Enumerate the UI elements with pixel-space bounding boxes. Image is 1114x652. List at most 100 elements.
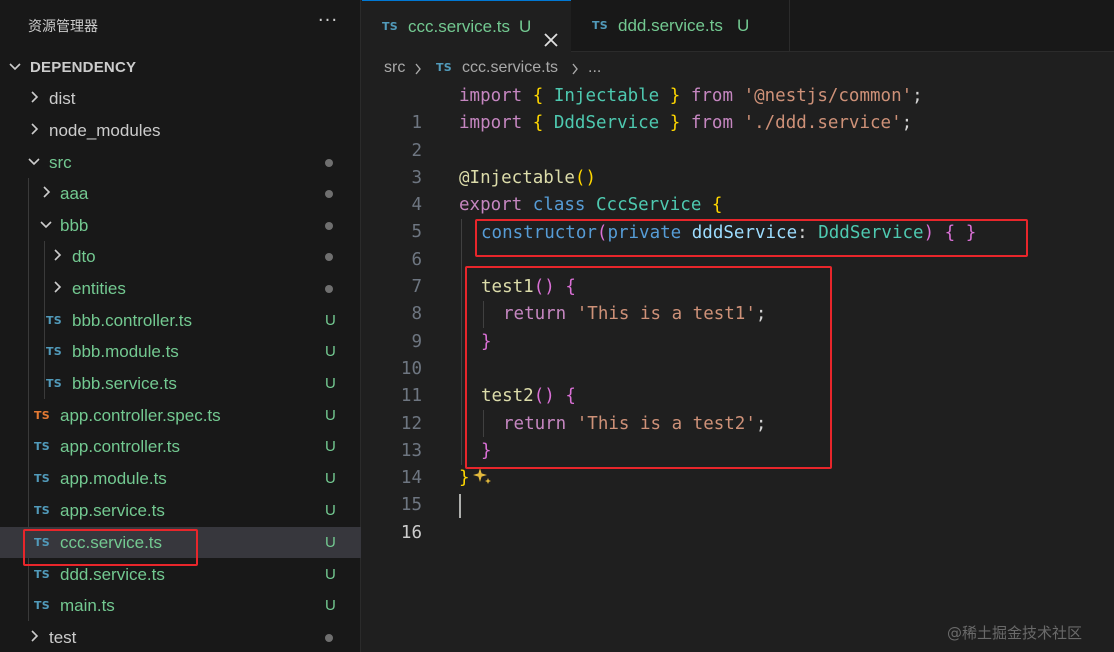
- typescript-file-icon: TS: [34, 472, 51, 485]
- git-status-badge: U: [325, 534, 336, 551]
- tree-item-label: test: [49, 628, 77, 647]
- highlight-box-constructor: [475, 219, 1028, 257]
- breadcrumb-symbol[interactable]: ...: [588, 53, 601, 83]
- tree-item-main[interactable]: TS main.ts U: [0, 590, 361, 621]
- git-modified-dot: [325, 159, 333, 167]
- chevron-right-icon: [50, 241, 66, 272]
- more-actions-button[interactable]: ···: [316, 10, 340, 38]
- chevron-right-icon: [27, 115, 43, 146]
- tree-item-app-service[interactable]: TS app.service.ts U: [0, 495, 361, 526]
- tree-item-bbb-service[interactable]: TS bbb.service.ts U: [0, 368, 361, 399]
- git-status-badge: U: [325, 470, 336, 487]
- tree-item-label: ddd.service.ts: [60, 565, 165, 584]
- git-status-badge: U: [325, 566, 336, 583]
- tree-item-node-modules[interactable]: node_modules: [0, 115, 361, 146]
- section-label: DEPENDENCY: [30, 59, 137, 76]
- typescript-file-icon: TS: [46, 345, 63, 358]
- tree-item-label: dto: [72, 247, 96, 266]
- explorer-sidebar: 资源管理器 ··· DEPENDENCY dist node_modules s…: [0, 0, 361, 652]
- git-status-badge: U: [325, 407, 336, 424]
- tree-item-label: bbb.controller.ts: [72, 311, 193, 330]
- code-line: 5 export class CccService {: [362, 192, 1114, 242]
- tree-item-test[interactable]: test: [0, 622, 361, 652]
- tab-label: ccc.service.ts: [408, 17, 511, 36]
- close-icon[interactable]: [542, 18, 560, 47]
- tree-item-label: app.service.ts: [60, 501, 165, 520]
- tab-label: ddd.service.ts: [618, 16, 723, 35]
- code-line: 2 import { DddService } from './ddd.serv…: [362, 110, 1114, 160]
- tree-item-ddd-service[interactable]: TS ddd.service.ts U: [0, 559, 361, 590]
- editor-tab-bar: TS ccc.service.ts U TS ddd.service.ts U: [362, 0, 1114, 53]
- tree-item-dto[interactable]: dto: [0, 241, 361, 272]
- typescript-file-icon: TS: [46, 314, 63, 327]
- typescript-file-icon: TS: [382, 20, 399, 33]
- tree-item-label: main.ts: [60, 596, 115, 615]
- section-dependency[interactable]: DEPENDENCY: [0, 52, 361, 83]
- tree-item-src[interactable]: src: [0, 147, 361, 178]
- git-status-badge: U: [325, 312, 336, 329]
- chevron-right-icon: [571, 63, 579, 75]
- typescript-file-icon: TS: [436, 61, 453, 74]
- breadcrumb-file[interactable]: ccc.service.ts: [462, 53, 558, 83]
- chevron-right-icon: [27, 622, 43, 652]
- tree-item-label: dist: [49, 89, 76, 108]
- tab-git-status: U: [737, 16, 750, 35]
- chevron-right-icon: [39, 178, 55, 209]
- git-status-badge: U: [325, 343, 336, 360]
- breadcrumb: src TS ccc.service.ts ...: [362, 53, 1114, 83]
- breadcrumb-folder[interactable]: src: [384, 53, 405, 83]
- git-status-badge: U: [325, 438, 336, 455]
- tree-item-app-controller-spec[interactable]: TS app.controller.spec.ts U: [0, 400, 361, 431]
- tree-item-label: app.controller.spec.ts: [60, 406, 221, 425]
- git-status-badge: U: [325, 502, 336, 519]
- tree-item-label: app.controller.ts: [60, 437, 181, 456]
- tree-item-label: aaa: [60, 184, 89, 203]
- explorer-title: 资源管理器: [28, 19, 98, 35]
- typescript-file-icon: TS: [34, 568, 51, 581]
- git-modified-dot: [325, 222, 333, 230]
- tab-ccc-service[interactable]: TS ccc.service.ts U: [362, 0, 571, 53]
- chevron-right-icon: [50, 273, 66, 304]
- tree-item-app-controller[interactable]: TS app.controller.ts U: [0, 431, 361, 462]
- tree-item-label: node_modules: [49, 121, 161, 140]
- typescript-file-icon: TS: [46, 377, 63, 390]
- git-status-badge: U: [325, 597, 336, 614]
- typescript-file-icon: TS: [34, 599, 51, 612]
- tree-item-label: bbb.module.ts: [72, 342, 179, 361]
- tree-item-app-module[interactable]: TS app.module.ts U: [0, 463, 361, 494]
- tree-item-aaa[interactable]: aaa: [0, 178, 361, 209]
- tab-ddd-service[interactable]: TS ddd.service.ts U: [572, 0, 790, 52]
- chevron-right-icon: [27, 83, 43, 114]
- tree-item-dist[interactable]: dist: [0, 83, 361, 114]
- code-line: 3: [362, 138, 1114, 188]
- tree-item-bbb-module[interactable]: TS bbb.module.ts U: [0, 336, 361, 367]
- chevron-right-icon: [414, 63, 422, 75]
- sparkle-icon[interactable]: [472, 467, 494, 494]
- tree-item-bbb-controller[interactable]: TS bbb.controller.ts U: [0, 305, 361, 336]
- highlight-box-methods: [465, 266, 832, 469]
- watermark: @稀土掘金技术社区: [947, 624, 1083, 642]
- tab-git-status: U: [519, 17, 532, 36]
- git-modified-dot: [325, 190, 333, 198]
- git-modified-dot: [325, 285, 333, 293]
- tree-item-label: bbb: [60, 216, 89, 235]
- tree-item-label: entities: [72, 279, 126, 298]
- tree-item-entities[interactable]: entities: [0, 273, 361, 304]
- code-line: 16: [362, 493, 1114, 543]
- tree-item-label: bbb.service.ts: [72, 374, 177, 393]
- chevron-down-icon: [6, 52, 22, 83]
- chevron-down-icon: [25, 147, 41, 178]
- line-number: 16: [400, 522, 422, 543]
- tree-item-bbb[interactable]: bbb: [0, 210, 361, 241]
- git-status-badge: U: [325, 375, 336, 392]
- git-modified-dot: [325, 253, 333, 261]
- typescript-test-file-icon: TS: [34, 409, 51, 422]
- code-editor[interactable]: 1 import { Injectable } from '@nestjs/co…: [362, 83, 1114, 652]
- typescript-file-icon: TS: [592, 19, 609, 32]
- typescript-file-icon: TS: [34, 440, 51, 453]
- tree-item-label: src: [49, 153, 72, 172]
- code-line: 4 @Injectable(): [362, 165, 1114, 215]
- git-modified-dot: [325, 634, 333, 642]
- tree-item-label: app.module.ts: [60, 469, 167, 488]
- typescript-file-icon: TS: [34, 504, 51, 517]
